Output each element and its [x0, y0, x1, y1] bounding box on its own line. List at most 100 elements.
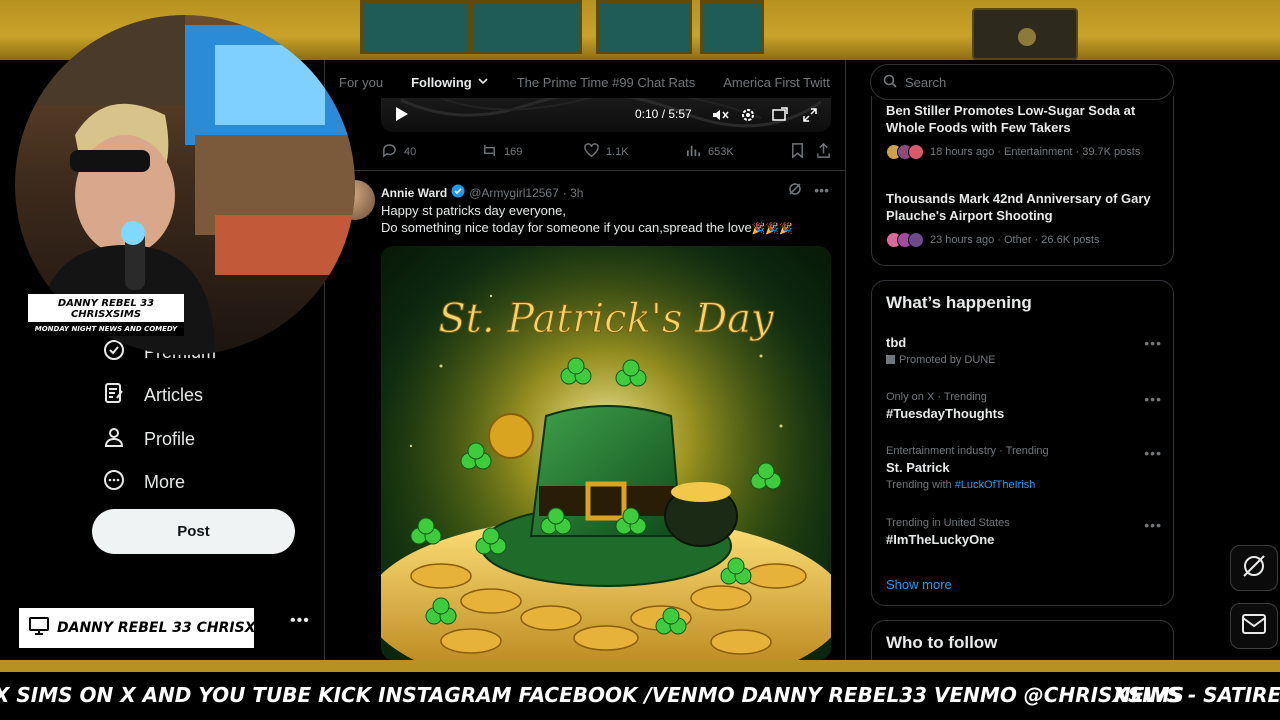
- tab-label: For you: [339, 74, 384, 90]
- prev-tweet-actions: 40 169 1.1K 653K: [381, 142, 841, 166]
- avatar-stack: [886, 232, 924, 248]
- video-time: 0:10 / 5:57: [635, 107, 692, 121]
- like-button[interactable]: 1.1K: [583, 142, 629, 162]
- reply-icon: [381, 142, 398, 162]
- trend-name: St. Patrick: [886, 460, 950, 475]
- ticker-text-right: NEWS - SATIRE EDI: [1114, 683, 1280, 707]
- news-card: Ben Stiller Promotes Low-Sugar Soda at W…: [871, 96, 1174, 266]
- play-icon[interactable]: [393, 106, 409, 127]
- more-dots-icon[interactable]: •••: [1144, 517, 1162, 533]
- ticker-text: X SIMS ON X AND YOU TUBE KICK INSTAGRAM …: [0, 683, 1185, 707]
- bookmark-icon: [789, 142, 806, 162]
- more-circle-icon: [102, 468, 126, 497]
- trend-item[interactable]: Only on X · Trending #TuesdayThoughts ••…: [886, 391, 1162, 421]
- channel-name: DANNY REBEL 33 CHRISXSIMS: [57, 620, 295, 636]
- webcam-subtitle: MONDAY NIGHT NEWS AND COMEDY: [28, 322, 184, 336]
- repost-icon: [481, 142, 498, 162]
- show-more-link[interactable]: Show more: [886, 577, 952, 592]
- messages-button[interactable]: [1230, 603, 1278, 649]
- tweet-line-2-text: Do something nice today for someone if y…: [381, 220, 752, 235]
- news-item[interactable]: Ben Stiller Promotes Low-Sugar Soda at W…: [886, 102, 1162, 160]
- pip-icon[interactable]: [771, 106, 789, 129]
- like-count: 1.1K: [606, 146, 629, 158]
- avatar-stack: [886, 144, 924, 160]
- search-placeholder: Search: [905, 74, 947, 90]
- tweet-time[interactable]: · 3h: [563, 186, 584, 200]
- author-name[interactable]: Annie Ward: [381, 186, 447, 200]
- tweet-image[interactable]: St. Patrick's Day: [381, 246, 831, 660]
- trending-with-label: Trending with: [886, 479, 952, 491]
- section-title: What’s happening: [886, 293, 1032, 312]
- envelope-icon: [1241, 613, 1267, 640]
- articles-icon: [102, 381, 126, 410]
- tab-label: America First Twitt: [723, 74, 830, 90]
- more-dots-icon[interactable]: •••: [1144, 445, 1162, 461]
- repost-button[interactable]: 169: [481, 142, 522, 162]
- search-input[interactable]: Search: [870, 64, 1174, 100]
- views-button[interactable]: 653K: [685, 142, 734, 162]
- grok-button[interactable]: [1230, 545, 1278, 591]
- stream-background-bottom: [0, 660, 1280, 672]
- tweet-divider: [325, 170, 845, 171]
- share-button[interactable]: [815, 142, 832, 162]
- tweet-line-1: Happy st patricks day everyone,: [381, 203, 566, 218]
- nav-item-profile[interactable]: Profile: [102, 425, 195, 454]
- more-dots-icon[interactable]: •••: [814, 182, 829, 199]
- sidebar-right: Ben Stiller Promotes Low-Sugar Soda at W…: [870, 60, 1174, 680]
- nav-label: Articles: [144, 385, 204, 405]
- timeline-column: For you Following The Prime Time #99 Cha…: [324, 60, 846, 660]
- trend-hashtag-link[interactable]: #LuckOfTheIrish: [955, 479, 1036, 491]
- promoted-icon: [886, 355, 895, 364]
- repost-count: 169: [504, 146, 523, 158]
- party-emoji: 🎉🎉🎉: [751, 223, 793, 235]
- whats-happening-card: What’s happening tbd Promoted by DUNE ••…: [871, 280, 1174, 606]
- webcam-name-label: DANNY REBEL 33 CHRISXSIMS: [28, 294, 184, 322]
- trend-item[interactable]: Trending in United States #ImTheLuckyOne…: [886, 517, 1162, 547]
- more-dots-icon[interactable]: •••: [1144, 391, 1162, 407]
- trend-item[interactable]: Entertainment industry · Trending St. Pa…: [886, 445, 1162, 491]
- settings-gear-icon[interactable]: [739, 106, 757, 129]
- nav-item-articles[interactable]: Articles: [102, 381, 203, 410]
- news-meta: 23 hours ago · Other · 26.6K posts: [930, 234, 1100, 246]
- nav-label: More: [144, 472, 186, 492]
- image-title: St. Patrick's Day: [438, 296, 775, 342]
- more-dots-icon[interactable]: •••: [1144, 335, 1162, 351]
- news-ticker: X SIMS ON X AND YOU TUBE KICK INSTAGRAM …: [0, 672, 1280, 720]
- share-icon: [815, 142, 832, 162]
- trend-context: Entertainment industry · Trending: [886, 445, 1049, 457]
- bookmark-button[interactable]: [789, 142, 806, 162]
- trend-name: tbd: [886, 335, 907, 350]
- news-item[interactable]: Thousands Mark 42nd Anniversary of Gary …: [886, 190, 1162, 248]
- trend-name: #TuesdayThoughts: [886, 406, 1005, 421]
- trend-context: Only on X · Trending: [886, 391, 987, 403]
- fullscreen-icon[interactable]: [801, 106, 819, 129]
- tweet-text: Happy st patricks day everyone, Do somet…: [381, 202, 831, 238]
- speaker-decoration: [972, 8, 1078, 60]
- news-meta: 18 hours ago · Entertainment · 39.7K pos…: [930, 146, 1141, 158]
- monitor-icon: [29, 617, 49, 639]
- tweet-header: Annie Ward @Armygirl12567 · 3h: [381, 184, 583, 201]
- trend-sub: Trending with #LuckOfTheIrish: [886, 479, 1162, 491]
- heart-icon: [583, 142, 600, 162]
- section-title: Who to follow: [886, 633, 998, 652]
- tab-label: Following: [411, 74, 472, 90]
- nav-item-more[interactable]: More: [102, 468, 185, 497]
- reply-button[interactable]: 40: [381, 142, 416, 162]
- mute-icon[interactable]: [711, 106, 729, 129]
- news-title: Thousands Mark 42nd Anniversary of Gary …: [886, 191, 1151, 223]
- channel-badge: DANNY REBEL 33 CHRISXSIMS: [19, 608, 295, 648]
- person-icon: [102, 425, 126, 454]
- nav-label: Profile: [144, 429, 196, 449]
- reply-count: 40: [404, 146, 417, 158]
- chevron-down-icon: [477, 75, 489, 90]
- verified-badge-icon: [451, 184, 465, 201]
- tweet-line-2: Do something nice today for someone if y…: [381, 219, 831, 238]
- author-handle[interactable]: @Armygirl12567: [469, 186, 559, 200]
- news-meta-row: 23 hours ago · Other · 26.6K posts: [886, 232, 1162, 248]
- post-button[interactable]: Post: [92, 509, 295, 554]
- grok-icon[interactable]: [788, 182, 802, 199]
- promoted-label: Promoted by DUNE: [899, 354, 996, 366]
- video-player-controls[interactable]: 0:10 / 5:57: [381, 98, 831, 132]
- tab-label: The Prime Time #99 Chat Rats: [516, 74, 696, 90]
- trend-item[interactable]: tbd Promoted by DUNE •••: [886, 335, 1162, 366]
